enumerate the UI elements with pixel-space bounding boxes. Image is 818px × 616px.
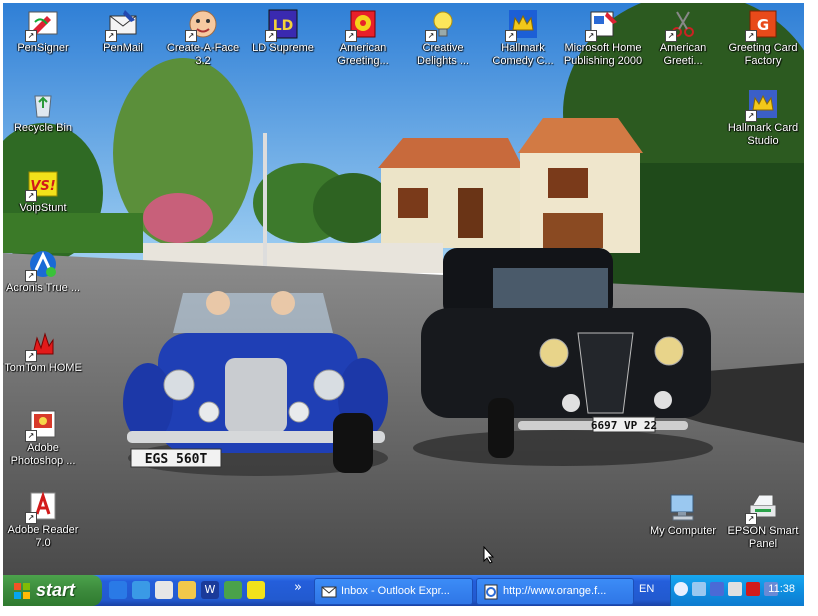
adobe-reader-icon: ↗ — [25, 490, 59, 524]
pen-signer-icon: ↗ — [25, 8, 59, 42]
internet-explorer-icon — [484, 584, 498, 600]
desktop-icon-hallmark-comedy[interactable]: ↗ Hallmark Comedy C... — [483, 8, 563, 68]
network-icon[interactable] — [692, 582, 706, 596]
windows-flag-icon — [14, 583, 30, 599]
desktop-icon-american-greetings-1[interactable]: ↗ American Greeting... — [323, 8, 403, 68]
taskbar-button-browser[interactable]: http://www.orange.f... — [476, 578, 634, 605]
desktop-icon-create-a-face[interactable]: ↗ Create-A-Face 3.2 — [163, 8, 243, 68]
desktop-icon-voipstunt[interactable]: VS! ↗ VoipStunt — [3, 168, 83, 215]
quick-launch-overflow[interactable]: » — [294, 580, 302, 595]
clock[interactable]: 11:38 — [768, 583, 795, 595]
crown-icon: ↗ — [505, 8, 539, 42]
monitor-icon[interactable] — [710, 582, 724, 596]
epson-icon: ↗ — [745, 491, 779, 525]
language-indicator[interactable]: EN — [639, 583, 654, 595]
outlook-express-icon[interactable] — [132, 581, 150, 599]
desktop-screen: EGS 560T 6697 VP 22 ↗ PenSigner ↗ PenMai… — [3, 3, 804, 606]
desktop-icon-epson-smart-panel[interactable]: ↗ EPSON Smart Panel — [723, 491, 803, 551]
desktop-icon-penmail[interactable]: ↗ PenMail — [83, 8, 163, 55]
desktop-icon-recycle-bin[interactable]: Recycle Bin — [3, 88, 83, 135]
folder-icon[interactable] — [178, 581, 196, 599]
card-factory-icon: G ↗ — [745, 8, 779, 42]
recycle-bin-icon — [27, 88, 59, 120]
desktop-icon-ld-supreme[interactable]: LD ↗ LD Supreme — [243, 8, 323, 55]
pen-mail-icon: ↗ — [105, 8, 139, 42]
start-label: start — [36, 580, 76, 600]
antivirus-icon[interactable] — [746, 582, 760, 596]
desktop-icon-tomtom-home[interactable]: ↗ TomTom HOME — [3, 328, 83, 375]
photoshop-icon: ↗ — [25, 408, 59, 442]
desktop-icon-adobe-photoshop[interactable]: ↗ Adobe Photoshop ... — [3, 408, 83, 468]
ld-icon: LD ↗ — [265, 8, 299, 42]
start-button[interactable]: start — [3, 575, 102, 606]
scissors-icon: ↗ — [665, 8, 699, 42]
desktop-icon-my-computer[interactable]: My Computer — [643, 491, 723, 538]
desktop-icon-creative-delights[interactable]: ↗ Creative Delights ... — [403, 8, 483, 68]
word-icon[interactable]: W — [201, 581, 219, 599]
lightbulb-icon: ↗ — [425, 8, 459, 42]
update-icon[interactable] — [728, 582, 742, 596]
desktop-icon-pensigner[interactable]: ↗ PenSigner — [3, 8, 83, 55]
acronis-icon: ↗ — [25, 248, 59, 282]
desktop-icon-american-greetings-2[interactable]: ↗ American Greeti... — [643, 8, 723, 68]
taskbar: start W » Inbox - Outlook Expr... http:/… — [3, 575, 804, 606]
greeting-card-icon: ↗ — [345, 8, 379, 42]
tomtom-icon: ↗ — [25, 328, 59, 362]
taskbar-button-outlook[interactable]: Inbox - Outlook Expr... — [314, 578, 473, 605]
desktop-icon-hallmark-card-studio[interactable]: ↗ Hallmark Card Studio — [723, 88, 803, 148]
desktop-icon-adobe-reader[interactable]: ↗ Adobe Reader 7.0 — [3, 490, 83, 550]
system-tray: 11:38 — [670, 575, 804, 606]
face-icon: ↗ — [185, 8, 219, 42]
voipstunt-icon: VS! ↗ — [25, 168, 59, 202]
internet-explorer-icon[interactable] — [109, 581, 127, 599]
blue-car-plate: EGS 560T — [145, 452, 208, 467]
my-computer-icon — [667, 491, 699, 523]
desktop-icon-greeting-card-factory[interactable]: G ↗ Greeting Card Factory — [723, 8, 803, 68]
black-car-plate: 6697 VP 22 — [591, 419, 657, 432]
svg-text:G: G — [757, 16, 769, 34]
desktop-icon-ms-home-publishing[interactable]: ↗ Microsoft Home Publishing 2000 — [563, 8, 643, 68]
mouse-cursor-icon — [483, 546, 495, 564]
voipstunt-icon[interactable] — [247, 581, 265, 599]
desktop-icon-acronis[interactable]: ↗ Acronis True ... — [3, 248, 83, 295]
wallpaper-photo: EGS 560T 6697 VP 22 — [3, 3, 804, 575]
outlook-express-icon — [321, 586, 337, 598]
messenger-icon[interactable] — [224, 581, 242, 599]
tray-expand-icon[interactable] — [674, 582, 688, 596]
publishing-icon: ↗ — [585, 8, 619, 42]
windows-media-icon[interactable] — [155, 581, 173, 599]
crown-icon: ↗ — [745, 88, 779, 122]
